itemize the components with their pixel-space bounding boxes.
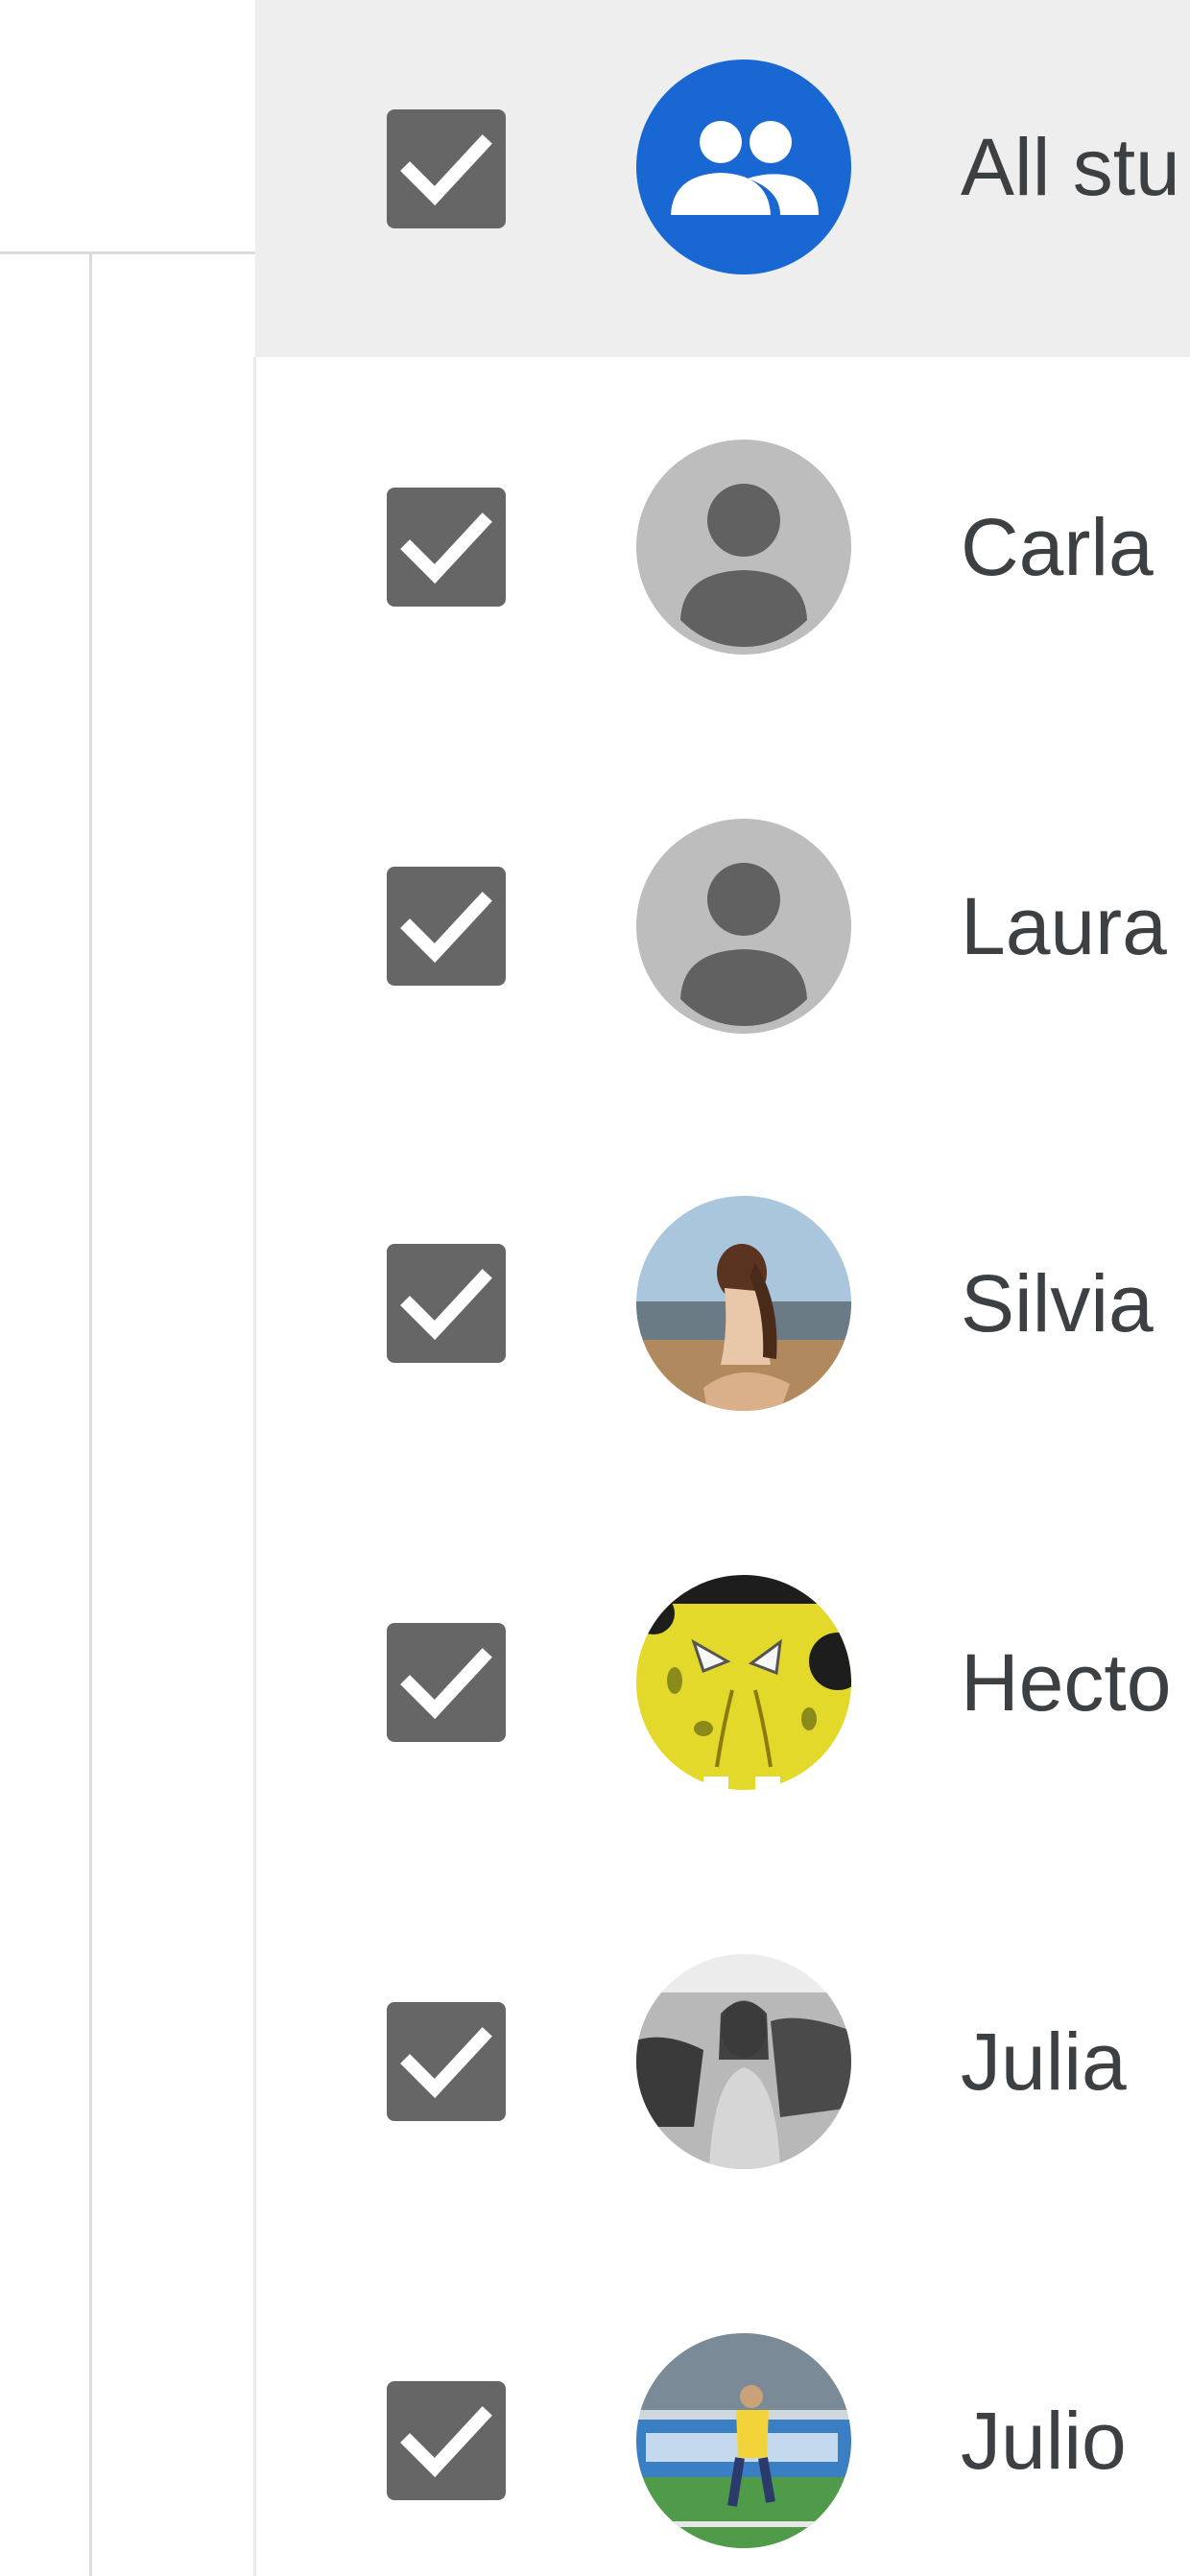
list-item-student[interactable]: Silvia: [255, 1115, 1190, 1494]
list-item-student[interactable]: Carla: [255, 357, 1190, 736]
default-person-icon: [636, 819, 851, 1034]
list-item-label: Julia: [961, 2016, 1127, 2107]
list-item-student[interactable]: Hecto: [255, 1494, 1190, 1873]
left-divider: [0, 251, 255, 254]
checkbox-student[interactable]: [387, 2381, 506, 2500]
profile-photo: [636, 2333, 851, 2548]
list-item-label: Carla: [961, 502, 1154, 592]
check-icon: [400, 1648, 492, 1720]
check-icon: [400, 513, 492, 584]
list-item-student[interactable]: Julio: [255, 2253, 1190, 2576]
check-icon: [400, 1269, 492, 1341]
group-icon: [636, 60, 851, 274]
check-icon: [400, 134, 492, 206]
checkbox-student[interactable]: [387, 867, 506, 986]
list-item-student[interactable]: Julia: [255, 1873, 1190, 2253]
profile-photo: [636, 1196, 851, 1411]
list-item-label: Julio: [961, 2396, 1127, 2486]
profile-photo: [636, 1954, 851, 2169]
checkbox-student[interactable]: [387, 488, 506, 607]
profile-photo: [636, 1575, 851, 1790]
check-icon: [400, 2027, 492, 2099]
checkbox-student[interactable]: [387, 1623, 506, 1742]
check-icon: [400, 892, 492, 964]
checkbox-student[interactable]: [387, 2002, 506, 2121]
list-item-label: Hecto: [961, 1637, 1172, 1728]
check-icon: [400, 2406, 492, 2478]
default-person-icon: [636, 440, 851, 655]
student-list: All stu Carla Laura Silvia Hecto Julia J…: [255, 0, 1190, 2576]
list-item-label: All stu: [961, 122, 1180, 212]
checkbox-student[interactable]: [387, 1244, 506, 1363]
list-item-label: Silvia: [961, 1258, 1154, 1348]
left-vertical-divider: [89, 254, 92, 2576]
list-item-label: Laura: [961, 881, 1167, 971]
checkbox-all-students[interactable]: [387, 109, 506, 228]
list-item-all-students[interactable]: All stu: [255, 0, 1190, 357]
list-item-student[interactable]: Laura: [255, 736, 1190, 1115]
student-selector-screen: All stu Carla Laura Silvia Hecto Julia J…: [0, 0, 1190, 2576]
